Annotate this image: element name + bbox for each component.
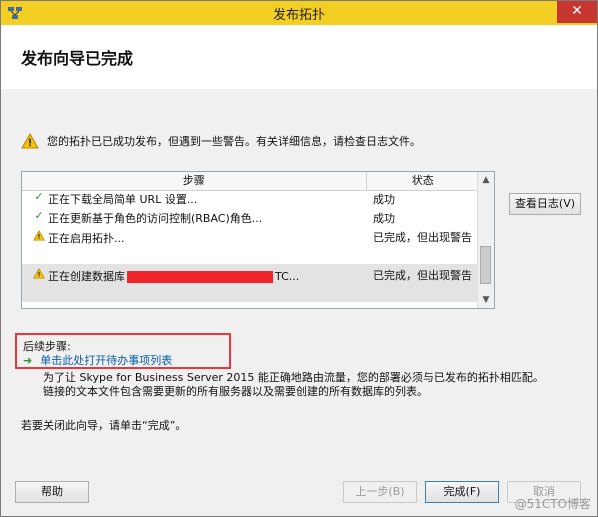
page-title: 发布向导已完成 — [21, 49, 134, 68]
step-label: 正在启用拓扑... — [48, 232, 125, 245]
status-label: 已完成，但出现警告 — [373, 231, 472, 244]
column-header-step[interactable]: 步骤 — [22, 172, 367, 190]
step-label: 正在下载全局简单 URL 设置... — [48, 193, 198, 206]
check-icon: ✓ — [34, 190, 44, 203]
grid-header: 步骤 状态 — [22, 172, 480, 191]
step-label: 正在更新基于角色的访问控制(RBAC)角色... — [48, 212, 263, 225]
publish-topology-window: 发布拓扑 ✕ 发布向导已完成 您的拓扑已已成功发布，但遇到一些警告。有关详细信息… — [0, 0, 598, 517]
wizard-header: 发布向导已完成 — [1, 25, 597, 90]
close-icon: ✕ — [571, 3, 583, 19]
description-line-1: 为了让 Skype for Business Server 2015 能正确地路… — [43, 371, 544, 384]
status-label: 成功 — [373, 212, 395, 225]
description-line-2: 链接的文本文件包含需要更新的所有服务器以及需要创建的所有数据库的列表。 — [43, 385, 428, 398]
status-message: 您的拓扑已已成功发布，但遇到一些警告。有关详细信息，请检查日志文件。 — [47, 135, 421, 148]
watermark: @51CTO博客 — [514, 497, 591, 511]
warning-icon — [21, 133, 39, 149]
arrow-right-icon: ➜ — [23, 353, 33, 367]
window-title: 发布拓扑 — [272, 8, 325, 23]
redaction-mark — [127, 271, 273, 283]
scroll-up-icon[interactable]: ▲ — [478, 172, 494, 188]
grid-rows: ✓ 正在下载全局简单 URL 设置... 成功 ✓ 正在更新基于角色的访问控制(RB… — [22, 190, 480, 302]
scroll-down-icon[interactable]: ▼ — [478, 292, 494, 308]
status-label: 成功 — [373, 193, 395, 206]
finish-instruction: 若要关闭此向导，请单击“完成”。 — [21, 419, 187, 432]
todo-link-row[interactable]: ➜ 单击此处打开待办事项列表 — [23, 352, 172, 368]
table-row[interactable]: 正在启用拓扑... 已完成，但出现警告 — [22, 228, 480, 264]
next-steps-box: 后续步骤: ➜ 单击此处打开待办事项列表 — [15, 333, 231, 369]
close-button[interactable]: ✕ — [557, 1, 597, 23]
finish-button[interactable]: 完成(F) — [425, 481, 499, 503]
title-bar[interactable]: 发布拓扑 ✕ — [1, 1, 597, 25]
view-log-button[interactable]: 查看日志(V) — [509, 193, 581, 215]
table-row[interactable]: ✓ 正在下载全局简单 URL 设置... 成功 — [22, 190, 480, 209]
check-icon: ✓ — [34, 209, 44, 222]
todo-list-link[interactable]: 单击此处打开待办事项列表 — [40, 352, 172, 368]
grid-scrollbar[interactable]: ▲ ▼ — [477, 172, 494, 308]
help-button[interactable]: 帮助 — [15, 481, 89, 503]
scroll-thumb[interactable] — [480, 246, 491, 284]
steps-grid[interactable]: 步骤 状态 ✓ 正在下载全局简单 URL 设置... 成功 ✓ 正在更新基于角色的访… — [21, 171, 495, 309]
step-label: 正在创建数据库 TC... — [48, 270, 300, 283]
description: 为了让 Skype for Business Server 2015 能正确地路… — [43, 371, 544, 399]
back-button[interactable]: 上一步(B) — [343, 481, 417, 503]
warning-icon — [30, 230, 48, 244]
status-message-row: 您的拓扑已已成功发布，但遇到一些警告。有关详细信息，请检查日志文件。 — [21, 133, 421, 149]
table-row[interactable]: ✓ 正在更新基于角色的访问控制(RBAC)角色... 成功 — [22, 209, 480, 228]
wizard-content: 您的拓扑已已成功发布，但遇到一些警告。有关详细信息，请检查日志文件。 步骤 状态… — [1, 89, 597, 516]
warning-icon — [30, 268, 48, 282]
table-row[interactable]: 正在创建数据库 TC... 已完成，但出现警告 — [22, 264, 480, 302]
column-header-status[interactable]: 状态 — [367, 172, 480, 190]
status-label: 已完成，但出现警告 — [373, 269, 472, 282]
